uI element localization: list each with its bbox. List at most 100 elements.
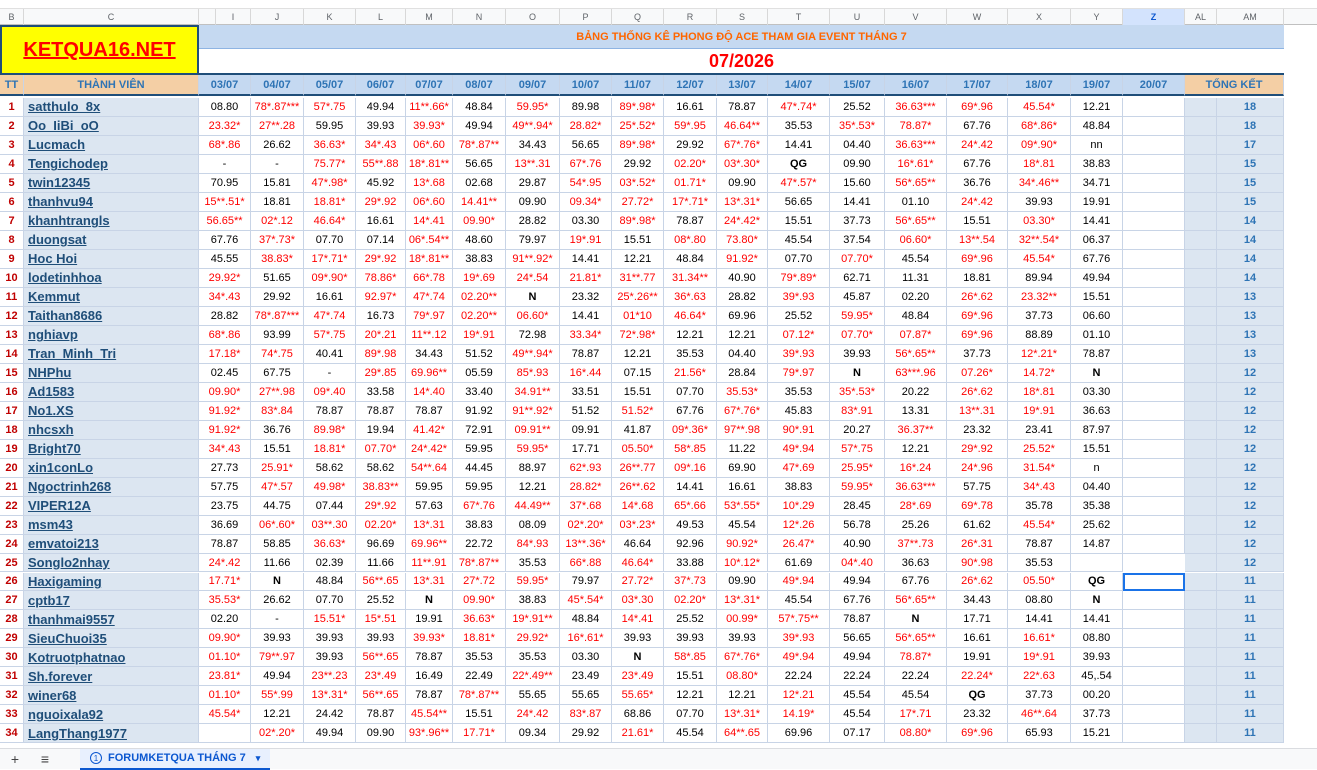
score-cell[interactable]: 29*.92 <box>356 192 406 212</box>
score-cell[interactable]: 17.18* <box>199 344 251 364</box>
score-cell[interactable]: 01.10 <box>1071 325 1123 345</box>
score-cell[interactable]: 49.94 <box>251 667 304 687</box>
score-cell[interactable]: 69.96** <box>406 534 453 554</box>
score-cell[interactable]: 57.75 <box>947 477 1008 497</box>
score-cell[interactable]: 12.21 <box>1071 98 1123 117</box>
score-cell[interactable]: 29.92 <box>560 724 612 744</box>
score-cell[interactable]: 91**.92* <box>506 249 560 269</box>
score-cell[interactable]: 28.45 <box>830 496 885 516</box>
score-cell[interactable]: 18.81* <box>304 439 356 459</box>
score-cell[interactable]: 28.82* <box>560 116 612 136</box>
member-name[interactable]: Tran_Minh_Tri <box>24 344 199 364</box>
score-cell[interactable]: 01.10 <box>885 192 947 212</box>
score-cell[interactable]: 14*.41 <box>406 211 453 231</box>
score-cell[interactable]: 20.22 <box>885 382 947 402</box>
score-cell[interactable]: 29*.92 <box>356 249 406 269</box>
score-cell[interactable]: 26*.62 <box>947 572 1008 592</box>
score-cell[interactable]: 68*.86 <box>199 135 251 155</box>
score-cell[interactable] <box>1123 344 1185 364</box>
score-cell[interactable]: 19*.69 <box>453 268 506 288</box>
column-header-w[interactable]: W <box>947 9 1008 26</box>
score-cell[interactable]: 06*.60 <box>406 135 453 155</box>
score-cell[interactable]: 14.72* <box>1008 363 1071 383</box>
score-cell[interactable]: 31.34** <box>664 268 717 288</box>
score-cell[interactable]: 72*.98* <box>612 325 664 345</box>
score-cell[interactable]: 47*.57* <box>768 173 830 193</box>
score-cell[interactable]: 28.82 <box>506 211 560 231</box>
score-cell[interactable]: 68*.86 <box>199 325 251 345</box>
score-cell[interactable]: 36.63 <box>885 553 947 573</box>
score-cell[interactable]: 14.41 <box>1071 610 1123 630</box>
score-cell[interactable]: 88.89 <box>1008 325 1071 345</box>
score-cell[interactable]: 23.32 <box>560 287 612 307</box>
score-cell[interactable]: 09.90* <box>453 211 506 231</box>
member-name[interactable]: winer68 <box>24 686 199 706</box>
score-cell[interactable]: 39*.93 <box>768 344 830 364</box>
score-cell[interactable]: 25.52 <box>664 610 717 630</box>
member-name[interactable]: thanhmai9557 <box>24 610 199 630</box>
score-cell[interactable]: 39.93 <box>1008 192 1071 212</box>
score-cell[interactable]: 02.39 <box>304 553 356 573</box>
score-cell[interactable]: 07.70* <box>830 249 885 269</box>
column-header-z[interactable]: Z <box>1123 9 1185 26</box>
score-cell[interactable]: 89.94 <box>1008 268 1071 288</box>
score-cell[interactable]: 78.87 <box>1071 344 1123 364</box>
score-cell[interactable]: QG <box>1071 572 1123 592</box>
score-cell[interactable]: 07.70 <box>304 591 356 611</box>
score-cell[interactable]: 49.94 <box>830 572 885 592</box>
score-cell[interactable]: 07.70* <box>356 439 406 459</box>
score-cell[interactable]: 00.99* <box>717 610 768 630</box>
score-cell[interactable]: 58*.85 <box>664 439 717 459</box>
score-cell[interactable]: 56.65 <box>768 192 830 212</box>
score-cell[interactable]: 38.83 <box>1071 154 1123 174</box>
score-cell[interactable]: 27.72* <box>612 572 664 592</box>
score-cell[interactable]: 23.41 <box>1008 420 1071 440</box>
score-cell[interactable]: 19*.91 <box>560 230 612 250</box>
score-cell[interactable]: 91**.92* <box>506 401 560 421</box>
score-cell[interactable]: 45.54 <box>664 724 717 744</box>
score-cell[interactable]: 07.70* <box>830 325 885 345</box>
score-cell[interactable]: 69.96 <box>717 306 768 326</box>
score-cell[interactable]: 09*.90* <box>1008 135 1071 155</box>
column-header-r[interactable]: R <box>664 9 717 26</box>
score-cell[interactable]: 36.69 <box>199 515 251 535</box>
score-cell[interactable]: 59.95* <box>506 572 560 592</box>
score-cell[interactable] <box>1123 458 1185 478</box>
score-cell[interactable]: 22*.63 <box>1008 667 1071 687</box>
score-cell[interactable]: 08.80* <box>717 667 768 687</box>
score-cell[interactable]: 38.83* <box>251 249 304 269</box>
score-cell[interactable]: 44.45 <box>453 458 506 478</box>
score-cell[interactable]: N <box>1071 591 1123 611</box>
score-cell[interactable]: 06*.60* <box>251 515 304 535</box>
score-cell[interactable]: 07.14 <box>356 230 406 250</box>
score-cell[interactable]: 49**.94* <box>506 344 560 364</box>
score-cell[interactable] <box>1123 439 1185 459</box>
score-cell[interactable]: 19.91 <box>1071 192 1123 212</box>
column-header-y[interactable]: Y <box>1071 9 1123 26</box>
score-cell[interactable]: 24*.42 <box>947 192 1008 212</box>
score-cell[interactable] <box>1123 135 1185 155</box>
score-cell[interactable]: 23*.49 <box>612 667 664 687</box>
score-cell[interactable] <box>1123 515 1185 535</box>
score-cell[interactable] <box>1123 306 1185 326</box>
score-cell[interactable]: 07.17 <box>830 724 885 744</box>
score-cell[interactable]: 67.76 <box>1071 249 1123 269</box>
score-cell[interactable]: 57*.75 <box>304 325 356 345</box>
score-cell[interactable]: 22.72 <box>453 534 506 554</box>
score-cell[interactable]: 03*.23* <box>612 515 664 535</box>
score-cell[interactable]: 06.60* <box>885 230 947 250</box>
score-cell[interactable]: 40.90 <box>830 534 885 554</box>
member-name[interactable]: lodetinhhoa <box>24 268 199 288</box>
score-cell[interactable]: 56.65 <box>453 154 506 174</box>
score-cell[interactable]: 37.54 <box>830 230 885 250</box>
score-cell[interactable]: 45.54* <box>1008 515 1071 535</box>
score-cell[interactable]: 19.94 <box>356 420 406 440</box>
add-sheet-icon[interactable]: + <box>0 751 30 767</box>
score-cell[interactable]: 21.81* <box>560 268 612 288</box>
score-cell[interactable]: 16.49 <box>406 667 453 687</box>
score-cell[interactable]: 78.87 <box>560 344 612 364</box>
score-cell[interactable]: 11.66 <box>356 553 406 573</box>
score-cell[interactable]: 15.51 <box>664 667 717 687</box>
score-cell[interactable]: 35.38 <box>1071 496 1123 516</box>
score-cell[interactable]: 09.91 <box>560 420 612 440</box>
